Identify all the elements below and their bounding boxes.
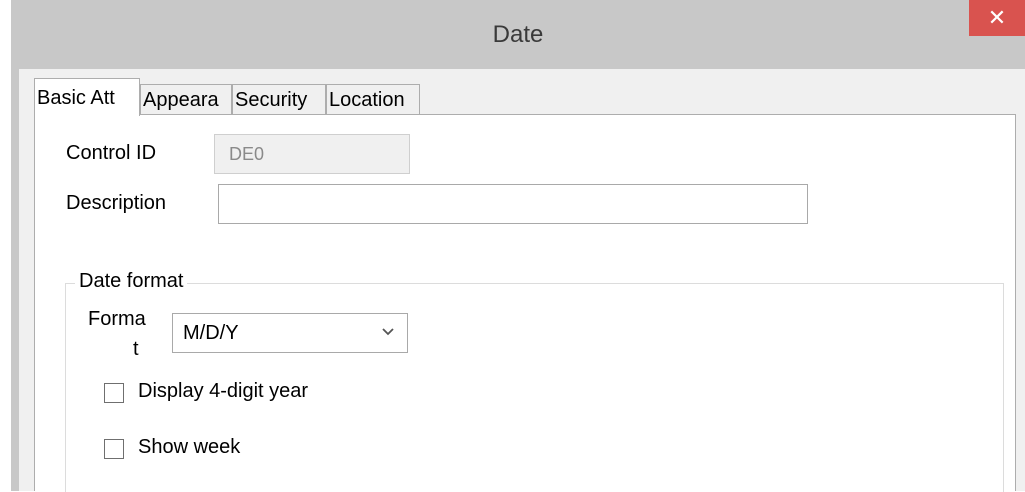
close-button[interactable]: ✕ <box>969 0 1025 36</box>
description-label: Description <box>66 192 167 214</box>
format-label-wrap: t <box>133 337 139 361</box>
format-label: Forma <box>88 307 146 331</box>
format-dropdown[interactable]: M/D/Y <box>172 313 408 353</box>
format-label-line2: t <box>133 338 139 360</box>
control-id-field: DE0 <box>214 134 410 174</box>
show-week-label[interactable]: Show week <box>138 436 240 459</box>
control-id-label: Control ID <box>66 142 157 164</box>
title-bar[interactable]: Date ✕ <box>11 0 1025 69</box>
basic-attributes-panel: Control ID DE0 Description Date format F… <box>34 114 1016 492</box>
description-field[interactable] <box>218 184 808 224</box>
show-week-checkbox[interactable] <box>104 439 124 459</box>
chevron-down-icon <box>382 328 394 336</box>
date-format-group-label: Date format <box>75 270 188 293</box>
dialog-title: Date <box>492 21 544 48</box>
background-strip <box>0 0 11 491</box>
format-dropdown-value: M/D/Y <box>183 322 239 344</box>
display-4digit-year-label[interactable]: Display 4-digit year <box>138 380 308 403</box>
display-4digit-year-checkbox[interactable] <box>104 383 124 403</box>
tab-basic-attributes[interactable]: Basic Att <box>34 78 140 116</box>
close-icon: ✕ <box>987 5 1007 30</box>
tab-security[interactable]: Security <box>232 84 326 114</box>
date-dialog: Date ✕ Basic Att Appeara Security Locati… <box>11 0 1025 492</box>
format-label-line1: Forma <box>88 308 146 330</box>
tab-location[interactable]: Location <box>326 84 420 114</box>
tab-appearance[interactable]: Appeara <box>140 84 232 114</box>
